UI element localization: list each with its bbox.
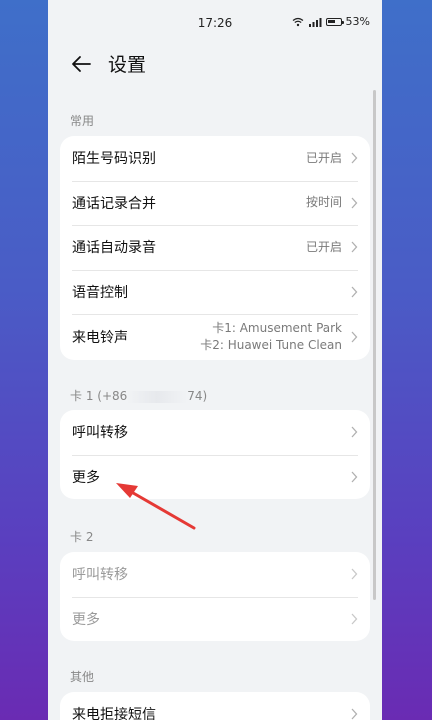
row-title: 语音控制 xyxy=(72,284,128,301)
card-sim2: 呼叫转移 更多 xyxy=(60,552,370,641)
row-title: 呼叫转移 xyxy=(72,567,128,584)
chevron-right-icon xyxy=(351,241,358,253)
chevron-right-icon xyxy=(351,197,358,209)
row-value: 已开启 xyxy=(305,239,342,254)
chevron-right-icon xyxy=(351,331,358,343)
row-value: 按时间 xyxy=(305,195,342,210)
setting-reject-sms[interactable]: 来电拒接短信 xyxy=(60,692,370,720)
setting-ringtone[interactable]: 来电铃声 卡1: Amusement Park 卡2: Huawei Tune … xyxy=(60,314,370,360)
ringtone-values: 卡1: Amusement Park 卡2: Huawei Tune Clean xyxy=(200,320,342,354)
row-title: 来电拒接短信 xyxy=(72,707,156,720)
status-icons: 53% xyxy=(292,15,370,28)
row-title: 更多 xyxy=(72,469,100,486)
section-label-common: 常用 xyxy=(70,114,95,128)
chevron-right-icon xyxy=(351,286,358,298)
chevron-right-icon xyxy=(351,613,358,625)
row-title: 通话自动录音 xyxy=(72,240,156,257)
section-label-card1: 卡 1 (+86 74) xyxy=(70,387,207,404)
row-title: 更多 xyxy=(72,611,100,628)
back-arrow-icon[interactable] xyxy=(70,53,92,75)
card1-label-prefix: 卡 1 (+86 xyxy=(70,389,128,403)
setting-sim1-more[interactable]: 更多 xyxy=(60,454,370,500)
setting-unknown-number-id[interactable]: 陌生号码识别 已开启 xyxy=(60,136,370,181)
setting-sim2-call-forwarding[interactable]: 呼叫转移 xyxy=(60,552,370,597)
page-title: 设置 xyxy=(108,54,147,76)
row-value: 已开启 xyxy=(305,150,342,165)
page-header: 设置 xyxy=(70,50,146,77)
row-title: 来电铃声 xyxy=(72,330,128,346)
chevron-right-icon xyxy=(351,568,358,580)
setting-auto-record[interactable]: 通话自动录音 已开启 xyxy=(60,225,370,270)
battery-icon xyxy=(325,17,344,26)
status-bar: 17:26 53% xyxy=(48,0,382,46)
redacted-number xyxy=(127,390,188,403)
row-title: 呼叫转移 xyxy=(72,425,128,442)
phone-screen: 17:26 53% 设置 常用 陌生号码识别 已开启 通话记录合并 按时间 通话… xyxy=(48,0,382,720)
wifi-icon xyxy=(292,17,303,26)
setting-sim2-more[interactable]: 更多 xyxy=(60,596,370,642)
scrollbar[interactable] xyxy=(373,90,376,600)
card-common: 陌生号码识别 已开启 通话记录合并 按时间 通话自动录音 已开启 语音控制 来电… xyxy=(60,136,370,360)
row-title: 陌生号码识别 xyxy=(72,151,156,168)
chevron-right-icon xyxy=(351,426,358,438)
signal-icon xyxy=(308,17,322,27)
ringtone-card1: 卡1: Amusement Park xyxy=(212,321,342,335)
chevron-right-icon xyxy=(351,708,358,720)
chevron-right-icon xyxy=(351,152,358,164)
row-title: 通话记录合并 xyxy=(72,195,156,212)
card1-label-suffix: 74) xyxy=(187,389,208,403)
section-label-card2: 卡 2 xyxy=(70,530,94,544)
ringtone-card2: 卡2: Huawei Tune Clean xyxy=(200,338,342,352)
card-other: 来电拒接短信 xyxy=(60,692,370,720)
battery-percent: 53% xyxy=(345,15,370,28)
card-sim1: 呼叫转移 更多 xyxy=(60,410,370,499)
setting-call-log-merge[interactable]: 通话记录合并 按时间 xyxy=(60,180,370,226)
section-label-other: 其他 xyxy=(70,670,95,684)
chevron-right-icon xyxy=(351,471,358,483)
setting-sim1-call-forwarding[interactable]: 呼叫转移 xyxy=(60,410,370,455)
setting-voice-control[interactable]: 语音控制 xyxy=(60,269,370,315)
